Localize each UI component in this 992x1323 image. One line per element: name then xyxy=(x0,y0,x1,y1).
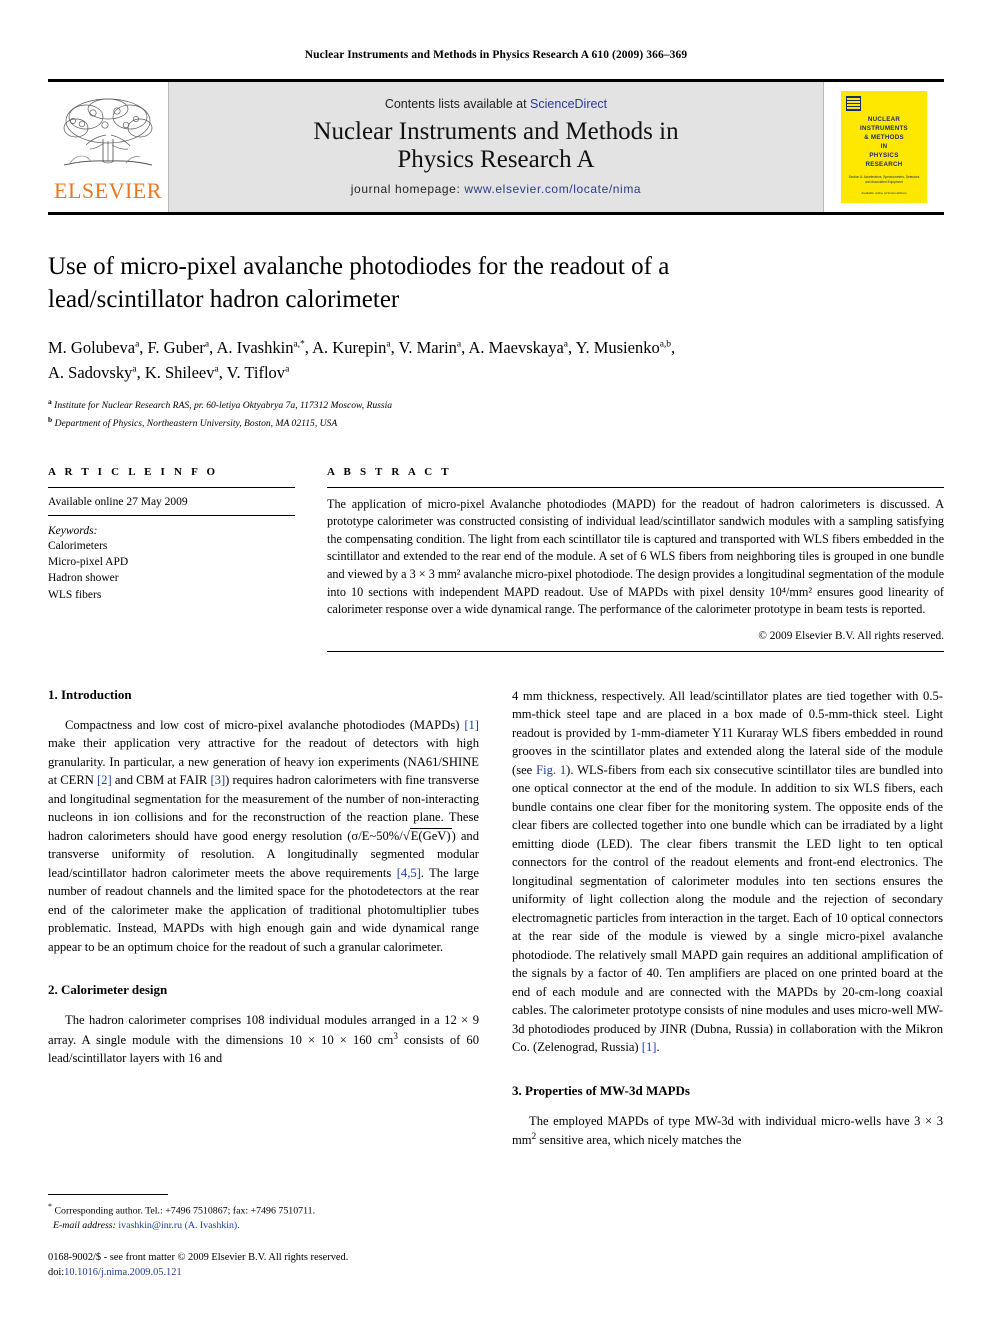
abstract-text: The application of micro-pixel Avalanche… xyxy=(327,496,944,617)
abstract-top-rule xyxy=(327,486,944,488)
email-owner: (A. Ivashkin). xyxy=(184,1220,240,1232)
homepage-prefix: journal homepage: xyxy=(350,181,461,196)
contents-prefix: Contents lists available at xyxy=(384,96,527,111)
journal-masthead: ELSEVIER Contents lists available at Sci… xyxy=(48,79,944,212)
corresponding-author-note: * Corresponding author. Tel.: +7496 7510… xyxy=(48,1201,479,1219)
affiliation-b-text: Department of Physics, Northeastern Univ… xyxy=(54,418,338,430)
right-continuation-paragraph: 4 mm thickness, respectively. All lead/s… xyxy=(512,687,943,1057)
sqrt-expression: √E(GeV) xyxy=(402,827,452,843)
title-line2: lead/scintillator hadron calorimeter xyxy=(48,285,400,313)
author-line-1: M. Golubevaa, F. Gubera, A. Ivashkina,*,… xyxy=(48,338,676,357)
contents-available-line: Contents lists available at ScienceDirec… xyxy=(385,97,607,111)
journal-title: Nuclear Instruments and Methods in Physi… xyxy=(313,118,678,174)
figure-reference-link[interactable]: Fig. 1 xyxy=(536,763,566,777)
keyword-item: WLS fibers xyxy=(48,588,102,601)
cover-title: NUCLEAR INSTRUMENTS & METHODS IN PHYSICS… xyxy=(846,116,922,170)
sciencedirect-link[interactable]: ScienceDirect xyxy=(530,97,607,111)
cover-image: NUCLEAR INSTRUMENTS & METHODS IN PHYSICS… xyxy=(841,91,927,203)
affiliation-a-text: Institute for Nuclear Research RAS, pr. … xyxy=(54,400,393,412)
abstract-bottom-rule xyxy=(327,650,944,652)
keywords-label: Keywords: xyxy=(48,524,98,537)
reference-link-3[interactable]: [3] xyxy=(210,773,225,787)
title-line1: Use of micro-pixel avalanche photodiodes… xyxy=(48,253,670,280)
doi-link[interactable]: 10.1016/j.nima.2009.05.121 xyxy=(64,1267,181,1278)
email-note: E-mail address: ivashkin@inr.ru (A. Ivas… xyxy=(48,1219,479,1233)
cover-title-line4: IN xyxy=(880,142,888,150)
info-abstract-row: A R T I C L E I N F O Available online 2… xyxy=(48,466,944,660)
reference-link-1b[interactable]: [1] xyxy=(642,1040,657,1054)
footnote-zone: * Corresponding author. Tel.: +7496 7510… xyxy=(48,1194,479,1281)
abstract-heading: A B S T R A C T xyxy=(327,465,452,478)
cover-title-line3: & METHODS xyxy=(864,133,904,141)
article-info-top-rule xyxy=(48,486,295,488)
elsevier-tree-icon xyxy=(63,98,153,165)
title-block: Use of micro-pixel avalanche photodiodes… xyxy=(48,251,944,432)
intro-paragraph: Compactness and low cost of micro-pixel … xyxy=(48,716,479,957)
elsevier-wordmark: ELSEVIER xyxy=(54,177,162,203)
right-column: 4 mm thickness, respectively. All lead/s… xyxy=(512,687,943,1150)
right-text-c: . xyxy=(656,1040,660,1055)
section-heading-calorimeter-design: 2. Calorimeter design xyxy=(48,982,168,998)
article-info-heading: A R T I C L E I N F O xyxy=(48,465,219,478)
properties-paragraph: The employed MAPDs of type MW-3d with in… xyxy=(512,1112,943,1150)
email-label: E-mail address: xyxy=(52,1220,116,1232)
props-text-b: sensitive area, which nicely matches the xyxy=(536,1133,742,1148)
running-head: Nuclear Instruments and Methods in Physi… xyxy=(304,49,688,61)
article-info-mid-rule xyxy=(48,514,295,516)
journal-cover-thumbnail[interactable]: NUCLEAR INSTRUMENTS & METHODS IN PHYSICS… xyxy=(824,82,944,212)
affiliations: a Institute for Nuclear Research RAS, pr… xyxy=(48,396,944,432)
sqrt-radicand: E(GeV) xyxy=(409,827,452,843)
cover-title-line5: PHYSICS xyxy=(869,151,899,159)
page-title: Use of micro-pixel avalanche photodiodes… xyxy=(48,251,944,316)
journal-title-line1: Nuclear Instruments and Methods in xyxy=(313,117,679,145)
cover-publisher-mark-icon xyxy=(846,96,861,111)
cover-title-line6: RESEARCH xyxy=(865,160,903,168)
abstract-column: A B S T R A C T The application of micro… xyxy=(327,466,944,660)
author-line-2: A. Sadovskya, K. Shileeva, V. Tiflova xyxy=(48,363,290,383)
author-list: M. Golubevaa, F. Gubera, A. Ivashkina,*,… xyxy=(48,335,944,385)
homepage-url-link[interactable]: www.elsevier.com/locate/nima xyxy=(464,182,641,196)
masthead-center: Contents lists available at ScienceDirec… xyxy=(168,82,824,212)
reference-link-1[interactable]: [1] xyxy=(464,718,479,732)
design-paragraph: The hadron calorimeter comprises 108 ind… xyxy=(48,1011,479,1068)
doi-label: doi: xyxy=(48,1267,65,1279)
paper-page: Nuclear Instruments and Methods in Physi… xyxy=(0,0,992,1323)
masthead-bottom-rule xyxy=(48,212,944,215)
affiliation-a: a Institute for Nuclear Research RAS, pr… xyxy=(48,397,393,412)
section-heading-properties: 3. Properties of MW-3d MAPDs xyxy=(512,1082,690,1098)
article-info-column: A R T I C L E I N F O Available online 2… xyxy=(48,466,295,660)
issn-line: 0168-9002/$ - see front matter © 2009 El… xyxy=(48,1252,349,1264)
reference-link-4-5[interactable]: [4,5] xyxy=(397,866,421,880)
section-heading-introduction: 1. Introduction xyxy=(48,686,132,702)
journal-title-line2: Physics Research A xyxy=(397,145,595,173)
footnote-rule xyxy=(48,1194,168,1196)
elsevier-logo: ELSEVIER xyxy=(48,82,168,212)
intro-text-a: Compactness and low cost of micro-pixel … xyxy=(65,717,465,732)
affiliation-b: b Department of Physics, Northeastern Un… xyxy=(48,414,338,430)
keyword-item: Micro-pixel APD xyxy=(48,556,129,569)
corresponding-author-text: Corresponding author. Tel.: +7496 751086… xyxy=(54,1205,316,1217)
copyright-line: © 2009 Elsevier B.V. All rights reserved… xyxy=(758,629,944,642)
doi-line: doi:10.1016/j.nima.2009.05.121 xyxy=(48,1266,479,1281)
asterisk-icon: * xyxy=(48,1202,52,1212)
cover-title-line2: INSTRUMENTS xyxy=(860,124,908,132)
reference-link-2[interactable]: [2] xyxy=(97,773,112,787)
email-link[interactable]: ivashkin@inr.ru xyxy=(118,1220,182,1231)
journal-homepage-line: journal homepage: www.elsevier.com/locat… xyxy=(351,182,641,196)
cover-footer: Available online at ScienceDirect xyxy=(861,191,907,195)
available-online-date: Available online 27 May 2009 xyxy=(48,495,188,508)
keyword-item: Hadron shower xyxy=(48,572,119,585)
cover-subtitle: Section A: Accelerators, Spectrometers, … xyxy=(848,174,920,184)
keyword-item: Calorimeters xyxy=(48,539,108,552)
right-text-b: ). WLS-fibers from each six consecutive … xyxy=(512,762,943,1055)
issn-copyright-block: 0168-9002/$ - see front matter © 2009 El… xyxy=(48,1251,479,1281)
intro-text-c: and CBM at FAIR xyxy=(111,773,211,788)
cover-title-line1: NUCLEAR xyxy=(867,116,901,123)
left-column: 1. Introduction Compactness and low cost… xyxy=(48,687,479,1150)
body-columns: 1. Introduction Compactness and low cost… xyxy=(48,687,944,1150)
